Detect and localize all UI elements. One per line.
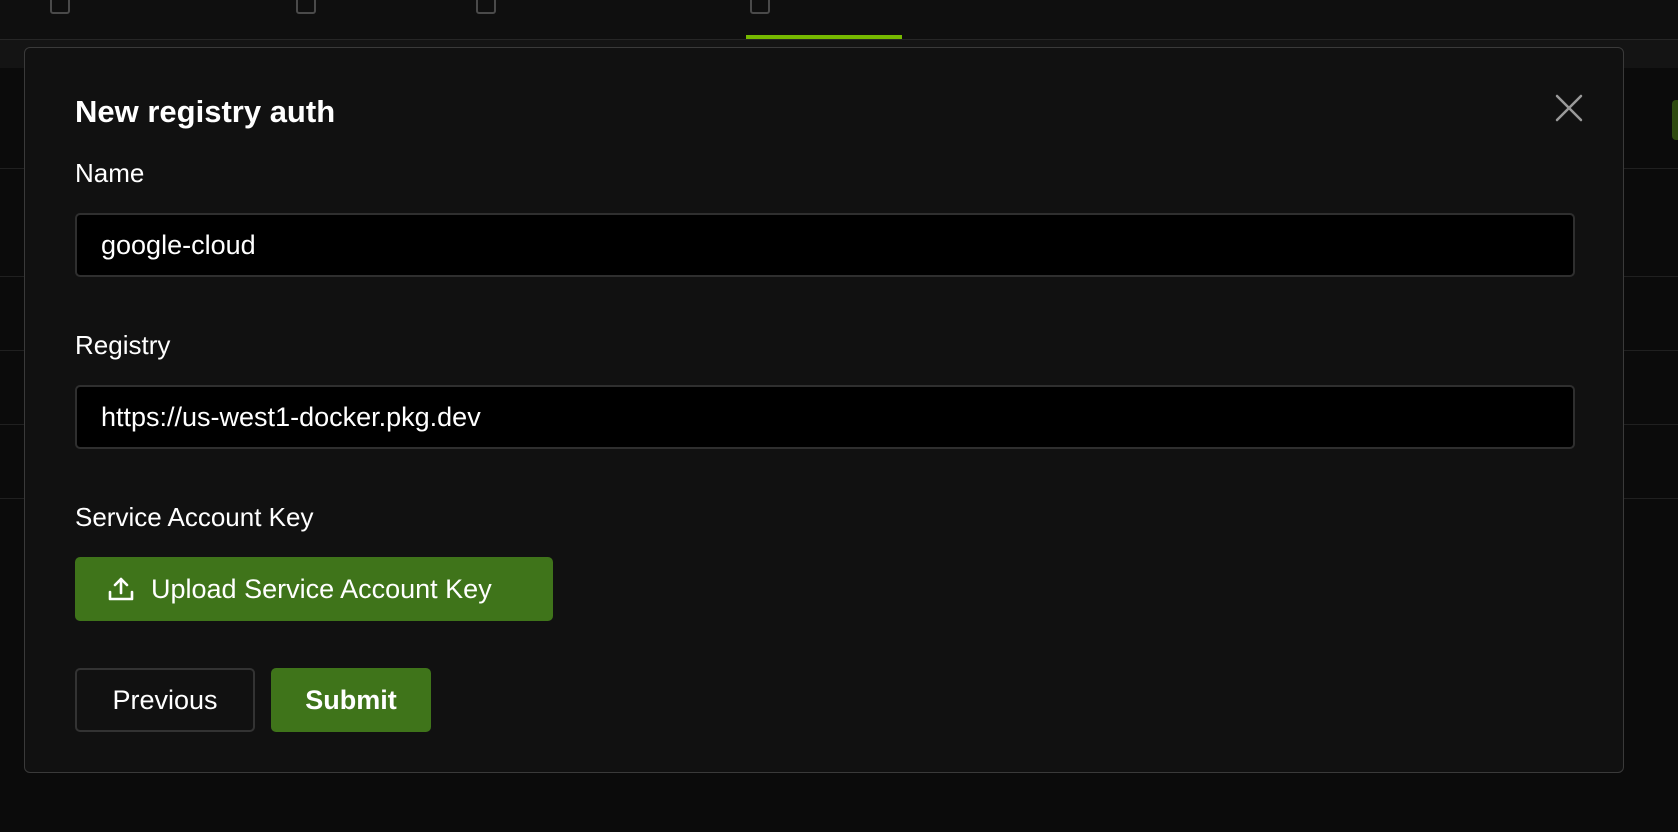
nav-tab-batch-jobs[interactable] <box>50 0 70 28</box>
upload-icon <box>108 577 134 601</box>
upload-button-label: Upload Service Account Key <box>151 573 492 604</box>
nav-tab-nodes[interactable] <box>296 0 316 28</box>
registry-label: Registry <box>75 330 171 360</box>
top-navigation <box>0 0 1678 40</box>
service-account-key-label: Service Account Key <box>75 502 314 532</box>
close-icon <box>1555 94 1583 122</box>
name-label: Name <box>75 158 145 188</box>
active-tab-indicator <box>746 35 902 39</box>
submit-button[interactable]: Submit <box>271 668 431 732</box>
previous-button[interactable]: Previous <box>75 668 255 732</box>
background-button-edge <box>1672 100 1678 140</box>
registry-auth-modal: New registry auth Name Registry Service … <box>24 47 1624 773</box>
batch-jobs-icon <box>50 0 70 14</box>
nav-tab-settings[interactable] <box>750 0 770 28</box>
upload-service-account-key-button[interactable]: Upload Service Account Key <box>75 557 553 621</box>
observability-icon <box>476 0 496 14</box>
modal-title: New registry auth <box>75 94 336 129</box>
nodes-icon <box>296 0 316 14</box>
nav-tab-observability[interactable] <box>476 0 496 28</box>
close-button[interactable] <box>1549 88 1589 128</box>
name-input[interactable] <box>75 213 1575 277</box>
registry-input[interactable] <box>75 385 1575 449</box>
settings-icon <box>750 0 770 14</box>
